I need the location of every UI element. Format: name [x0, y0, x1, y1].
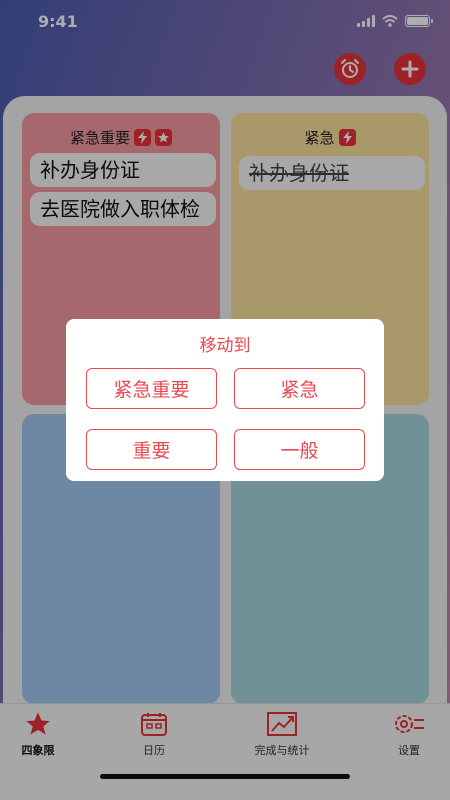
- move-to-dialog: 移动到 紧急重要 紧急 重要 一般: [66, 319, 384, 481]
- move-normal-button[interactable]: 一般: [234, 429, 365, 470]
- move-important-button[interactable]: 重要: [86, 429, 217, 470]
- dialog-title: 移动到: [199, 336, 251, 356]
- app-screen: 9:41 紧急重要 补办身份证 去医院做入职体检 紧急 补办身份证 四象限 日历…: [0, 0, 450, 800]
- move-urgent-important-button[interactable]: 紧急重要: [86, 368, 217, 409]
- move-urgent-button[interactable]: 紧急: [234, 368, 365, 409]
